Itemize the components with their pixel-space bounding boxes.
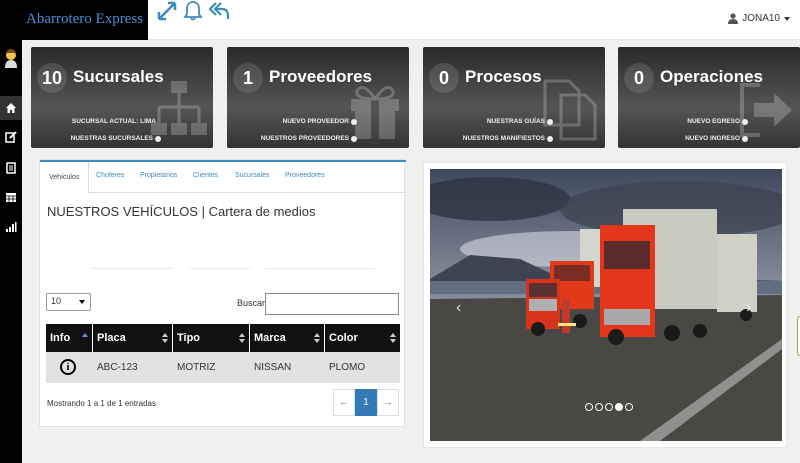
carousel-indicator[interactable] — [585, 403, 593, 411]
carousel-indicator[interactable] — [605, 403, 613, 411]
sort-asc-icon — [82, 333, 88, 337]
cell-tipo: MOTRIZ — [177, 362, 216, 373]
top-header: Abarrotero Express JONA10 — [0, 0, 800, 40]
next-page-button[interactable]: → — [377, 389, 399, 416]
sort-icon — [162, 333, 168, 343]
carousel-indicator-active[interactable] — [615, 403, 623, 411]
carousel-container: ‹ › — [423, 162, 787, 448]
table-row: i ABC-123 MOTRIZ NISSAN PLOMO — [46, 352, 400, 383]
divider — [92, 268, 172, 269]
previous-page-button[interactable]: ← — [333, 389, 355, 416]
card-count: 1 — [233, 63, 263, 93]
arrow-circle-icon — [351, 135, 357, 142]
card-count: 10 — [37, 63, 67, 93]
carousel-indicator[interactable] — [595, 403, 603, 411]
panel-tabs: Vehículos Choferes Propietarios Clientes… — [40, 160, 406, 194]
guides-link[interactable]: NUESTRAS GUÍAS — [487, 118, 553, 125]
new-supplier-link[interactable]: NUEVO PROVEEDOR — [283, 118, 357, 125]
info-icon[interactable]: i — [60, 359, 76, 375]
bell-icon[interactable] — [182, 0, 204, 22]
user-name: JONA10 — [742, 13, 780, 24]
card-title: Proveedores — [269, 67, 372, 86]
card-title: Sucursales — [73, 67, 164, 86]
arrow-circle-icon — [547, 135, 553, 142]
avatar[interactable] — [3, 48, 19, 68]
carousel-next-button[interactable]: › — [746, 299, 751, 317]
column-header-info[interactable]: Info — [46, 324, 93, 352]
sidebar-item-reports[interactable] — [0, 215, 22, 239]
suppliers-link[interactable]: NUESTROS PROVEEDORES — [261, 135, 357, 142]
sidebar-item-home[interactable] — [0, 96, 22, 120]
carousel-prev-button[interactable]: ‹ — [456, 299, 461, 317]
image-carousel[interactable]: ‹ › — [430, 169, 782, 441]
page-1-button[interactable]: 1 — [355, 389, 377, 416]
tab-clientes[interactable]: Clientes — [193, 172, 218, 179]
vehicles-panel: Vehículos Choferes Propietarios Clientes… — [39, 159, 406, 427]
card-count: 0 — [429, 63, 459, 93]
tab-proveedores[interactable]: Proveedores — [285, 172, 325, 179]
divider — [190, 268, 250, 269]
table-info: Mostrando 1 a 1 de 1 entradas — [47, 399, 156, 408]
sort-icon — [390, 333, 396, 343]
card-sucursales: 10 Sucursales SUCURSAL ACTUAL: LIMA NUES… — [31, 47, 213, 148]
page-length-select[interactable]: 10 — [46, 293, 91, 311]
column-header-tipo[interactable]: Tipo — [173, 324, 250, 352]
sort-icon — [239, 333, 245, 343]
sidebar — [0, 40, 22, 463]
table-header: Info Placa Tipo Marca Color — [46, 324, 400, 352]
cell-placa: ABC-123 — [97, 362, 138, 373]
page-title: NUESTROS VEHÍCULOS | Cartera de medios — [47, 204, 316, 219]
edit-icon — [5, 131, 17, 143]
search-label: Buscar: — [237, 298, 268, 308]
brand-logo[interactable]: Abarrotero Express — [0, 0, 148, 40]
divider — [265, 268, 375, 269]
tab-choferes[interactable]: Choferes — [96, 172, 124, 179]
calendar-icon — [6, 193, 16, 202]
column-header-color[interactable]: Color — [325, 324, 400, 352]
cell-marca: NISSAN — [254, 362, 292, 373]
arrow-circle-icon — [742, 118, 748, 125]
card-proveedores: 1 Proveedores NUEVO PROVEEDOR NUESTROS P… — [227, 47, 409, 148]
pagination: ← 1 → — [333, 389, 399, 416]
brand-name[interactable]: Abarrotero Express — [26, 11, 143, 28]
files-icon — [543, 79, 597, 141]
chevron-down-icon — [784, 16, 790, 21]
vehicles-table: Info Placa Tipo Marca Color i ABC-123 MO… — [46, 324, 400, 383]
trucks-photo — [430, 169, 782, 441]
expand-icon[interactable] — [156, 0, 178, 22]
sort-icon — [314, 333, 320, 343]
arrow-circle-icon — [351, 118, 357, 125]
tab-vehiculos[interactable]: Vehículos — [40, 162, 90, 194]
new-expense-link[interactable]: NUEVO EGRESO — [687, 118, 748, 125]
card-count: 0 — [624, 63, 654, 93]
card-procesos: 0 Procesos NUESTRAS GUÍAS NUESTROS MANIF… — [423, 47, 605, 148]
card-title: Procesos — [465, 67, 542, 86]
user-menu[interactable]: JONA10 — [728, 13, 790, 24]
sidebar-item-calendar[interactable] — [0, 185, 22, 209]
arrow-circle-icon — [742, 135, 748, 142]
arrow-circle-icon — [155, 135, 161, 142]
sidebar-item-edit[interactable] — [0, 125, 22, 149]
column-header-placa[interactable]: Placa — [93, 324, 173, 352]
card-title: Operaciones — [660, 67, 763, 86]
cell-color: PLOMO — [329, 362, 366, 373]
search-input[interactable] — [265, 293, 399, 315]
card-operaciones: 0 Operaciones NUEVO EGRESO NUEVO INGRESO — [618, 47, 800, 148]
user-icon — [728, 13, 739, 24]
sidebar-item-documents[interactable] — [0, 156, 22, 180]
column-header-marca[interactable]: Marca — [250, 324, 325, 352]
document-list-icon — [6, 162, 16, 174]
carousel-indicator[interactable] — [625, 403, 633, 411]
home-icon — [6, 103, 16, 113]
reply-all-icon[interactable] — [208, 0, 230, 22]
branches-link[interactable]: NUESTRAS SUCURSALES — [71, 135, 161, 142]
manifests-link[interactable]: NUESTROS MANIFIESTOS — [463, 135, 553, 142]
new-income-link[interactable]: NUEVO INGRESO — [685, 135, 748, 142]
tab-propietarios[interactable]: Propietarios — [140, 172, 177, 179]
current-branch-label: SUCURSAL ACTUAL: LIMA — [71, 118, 156, 125]
arrow-circle-icon — [547, 118, 553, 125]
bar-chart-icon — [6, 222, 17, 232]
tab-sucursales[interactable]: Sucursales — [235, 172, 270, 179]
carousel-indicators — [585, 403, 633, 411]
